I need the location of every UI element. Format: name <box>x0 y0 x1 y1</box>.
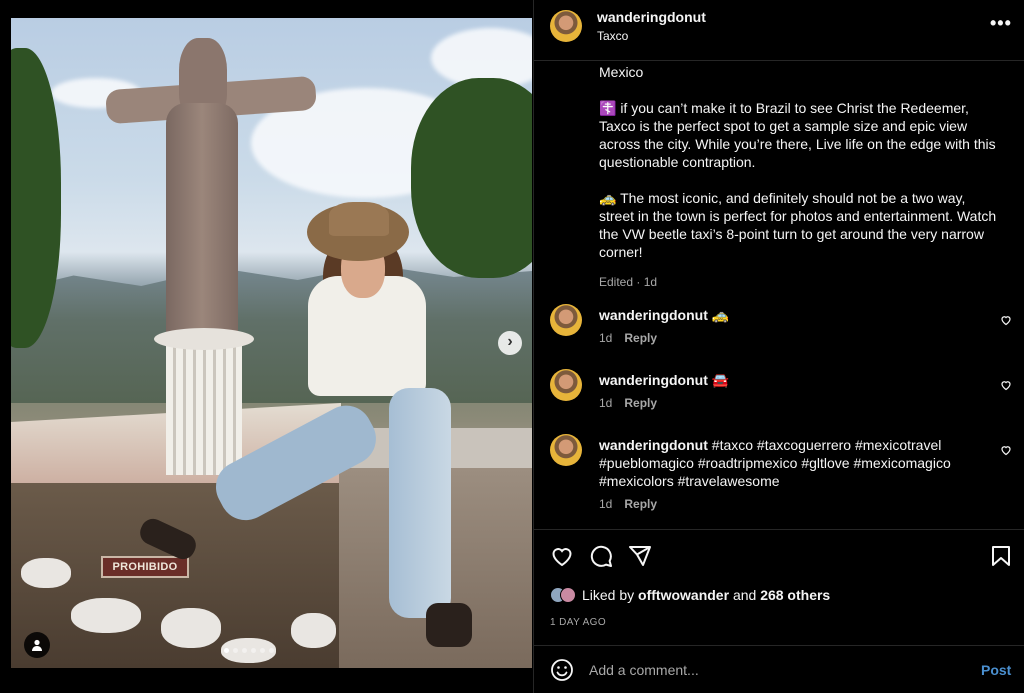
post-side-panel: wanderingdonut Taxco ••• Mexico ☦️ if yo… <box>533 0 1024 693</box>
rock <box>71 598 141 633</box>
post-actions: Liked by offtwowander and 268 others 1 D… <box>534 529 1024 633</box>
caption-paragraph-3: 🚕 The most iconic, and definitely should… <box>599 190 997 260</box>
caption-edited-meta: Edited · 1d <box>599 275 658 289</box>
header-username[interactable]: wanderingdonut <box>597 9 706 25</box>
rock <box>161 608 221 648</box>
post-comment-button[interactable]: Post <box>981 662 1011 678</box>
header-location[interactable]: Taxco <box>597 29 628 43</box>
comment-body: 🚘 <box>711 372 730 388</box>
comment-body: 🚕 <box>711 307 730 323</box>
share-icon[interactable] <box>628 544 652 568</box>
comment-input[interactable]: Add a comment... <box>589 662 699 678</box>
woman-sandal-right <box>426 603 472 647</box>
comment-meta: 1d Reply <box>599 331 657 345</box>
comment-icon[interactable] <box>589 544 613 568</box>
woman-hat-crown <box>329 202 389 236</box>
likes-user[interactable]: offtwowander <box>638 587 729 603</box>
carousel-dot <box>269 648 274 653</box>
statue-body <box>166 103 238 343</box>
liker-avatar <box>560 587 576 603</box>
carousel-dot <box>233 648 238 653</box>
more-icon[interactable]: ••• <box>990 13 1012 34</box>
post-caption: Mexico ☦️ if you can’t make it to Brazil… <box>599 63 999 291</box>
comment-text: wanderingdonut #taxco #taxcoguerrero #me… <box>599 436 979 490</box>
mountain-range <box>11 265 532 403</box>
statue-pedestal-top <box>154 328 254 350</box>
comment-text: wanderingdonut 🚘 <box>599 371 979 389</box>
reply-button[interactable]: Reply <box>624 331 657 345</box>
reply-button[interactable]: Reply <box>624 497 657 511</box>
avatar[interactable] <box>550 434 582 466</box>
comment-username[interactable]: wanderingdonut <box>599 307 708 323</box>
caption-paragraph-2: ☦️ if you can’t make it to Brazil to see… <box>599 100 996 170</box>
emoji-icon[interactable] <box>550 658 574 682</box>
heart-icon[interactable] <box>550 544 574 568</box>
heart-icon[interactable] <box>1000 379 1012 391</box>
rock <box>291 613 336 648</box>
comment-username[interactable]: wanderingdonut <box>599 372 708 388</box>
sign-text: PROHIBIDO <box>112 561 178 573</box>
comment-meta: 1d Reply <box>599 396 657 410</box>
carousel-next-button[interactable]: › <box>498 331 522 355</box>
comment-age: 1d <box>599 396 613 410</box>
prohibido-sign: PROHIBIDO <box>101 556 189 578</box>
carousel-dot <box>242 648 247 653</box>
comment-text: wanderingdonut 🚕 <box>599 306 979 324</box>
avatar[interactable] <box>550 369 582 401</box>
comment-age: 1d <box>599 497 613 511</box>
post-timestamp: 1 DAY AGO <box>550 617 607 628</box>
comment-username[interactable]: wanderingdonut <box>599 437 708 453</box>
carousel-dots <box>224 648 274 653</box>
comment-meta: 1d Reply <box>599 497 657 511</box>
user-tag-button[interactable] <box>24 632 50 658</box>
likes-and: and <box>732 587 757 603</box>
user-tag-icon <box>32 639 42 651</box>
reply-button[interactable]: Reply <box>624 396 657 410</box>
post-media: PROHIBIDO › <box>11 18 532 668</box>
chevron-right-icon: › <box>507 333 513 350</box>
rock <box>21 558 71 588</box>
statue-pedestal <box>166 340 242 475</box>
heart-icon[interactable] <box>1000 314 1012 326</box>
post-header: wanderingdonut Taxco ••• <box>534 0 1024 61</box>
carousel-dot <box>251 648 256 653</box>
woman-jeans-right <box>389 388 451 618</box>
carousel-dot <box>224 648 229 653</box>
avatar[interactable] <box>550 304 582 336</box>
caption-line-1: Mexico <box>599 64 644 80</box>
carousel-dot <box>260 648 265 653</box>
comment-age: 1d <box>599 331 613 345</box>
likes-others[interactable]: 268 others <box>760 587 830 603</box>
heart-icon[interactable] <box>1000 444 1012 456</box>
likes-summary: Liked by offtwowander and 268 others <box>550 587 830 603</box>
bookmark-icon[interactable] <box>989 544 1013 568</box>
avatar[interactable] <box>550 10 582 42</box>
likes-prefix: Liked by <box>582 587 635 603</box>
tree-right <box>411 78 532 278</box>
add-comment-bar: Add a comment... Post <box>534 645 1024 693</box>
